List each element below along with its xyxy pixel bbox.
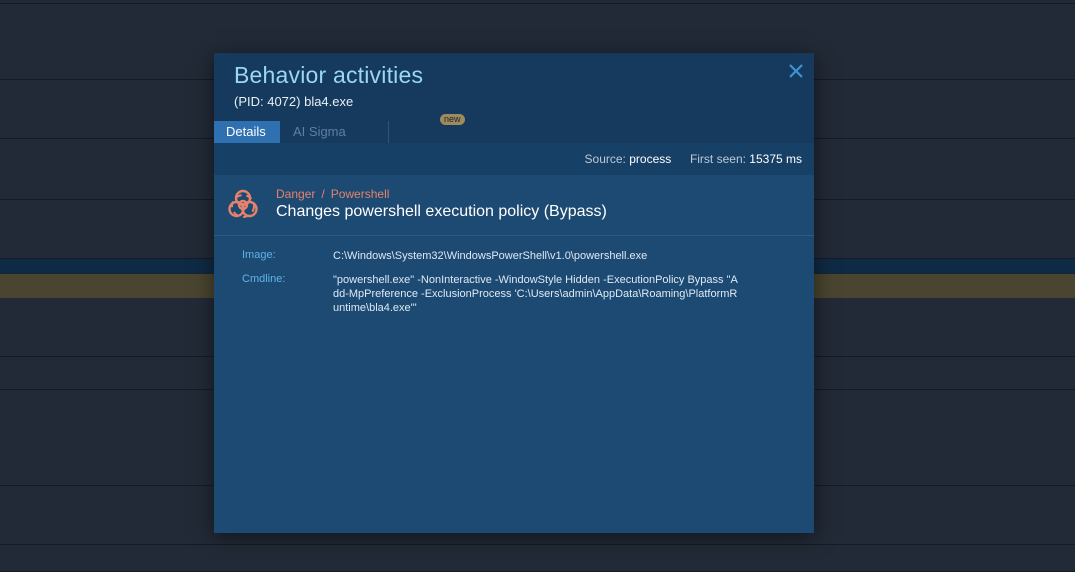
- new-badge: new: [440, 114, 465, 125]
- alert-level: Danger: [276, 187, 316, 201]
- source-bar: Source: process First seen: 15375 ms: [214, 143, 814, 175]
- tab-bar: Details AI Sigma Rule new: [214, 114, 814, 161]
- cmdline-label: Cmdline:: [242, 273, 286, 285]
- image-label: Image:: [242, 249, 276, 261]
- first-seen-value: 15375 ms: [749, 152, 802, 166]
- source-label: Source:: [584, 152, 626, 166]
- tab-ai-sigma-rule[interactable]: AI Sigma Rule new: [281, 114, 465, 161]
- modal-subtitle: (PID: 4072) bla4.exe: [234, 94, 354, 109]
- source-value: process: [629, 152, 672, 166]
- tab-details[interactable]: Details: [214, 121, 280, 143]
- alert-category: Danger / Powershell: [276, 187, 389, 201]
- first-seen-label: First seen:: [689, 152, 746, 166]
- close-icon[interactable]: [786, 61, 806, 81]
- modal-header: Behavior activities (PID: 4072) bla4.exe…: [214, 53, 814, 161]
- alert-block: Danger / Powershell Changes powershell exe…: [214, 175, 814, 236]
- cmdline-value: "powershell.exe" -NonInteractive -Window…: [333, 274, 738, 314]
- category-separator: /: [321, 187, 325, 201]
- image-value: C:\Windows\System32\WindowsPowerShell\v1…: [333, 250, 648, 262]
- biohazard-icon: [225, 187, 261, 223]
- behavior-activities-modal: Behavior activities (PID: 4072) bla4.exe…: [214, 53, 814, 533]
- alert-title: Changes powershell execution policy (Byp…: [276, 203, 607, 220]
- alert-category-name: Powershell: [330, 187, 390, 201]
- modal-title: Behavior activities: [234, 62, 424, 88]
